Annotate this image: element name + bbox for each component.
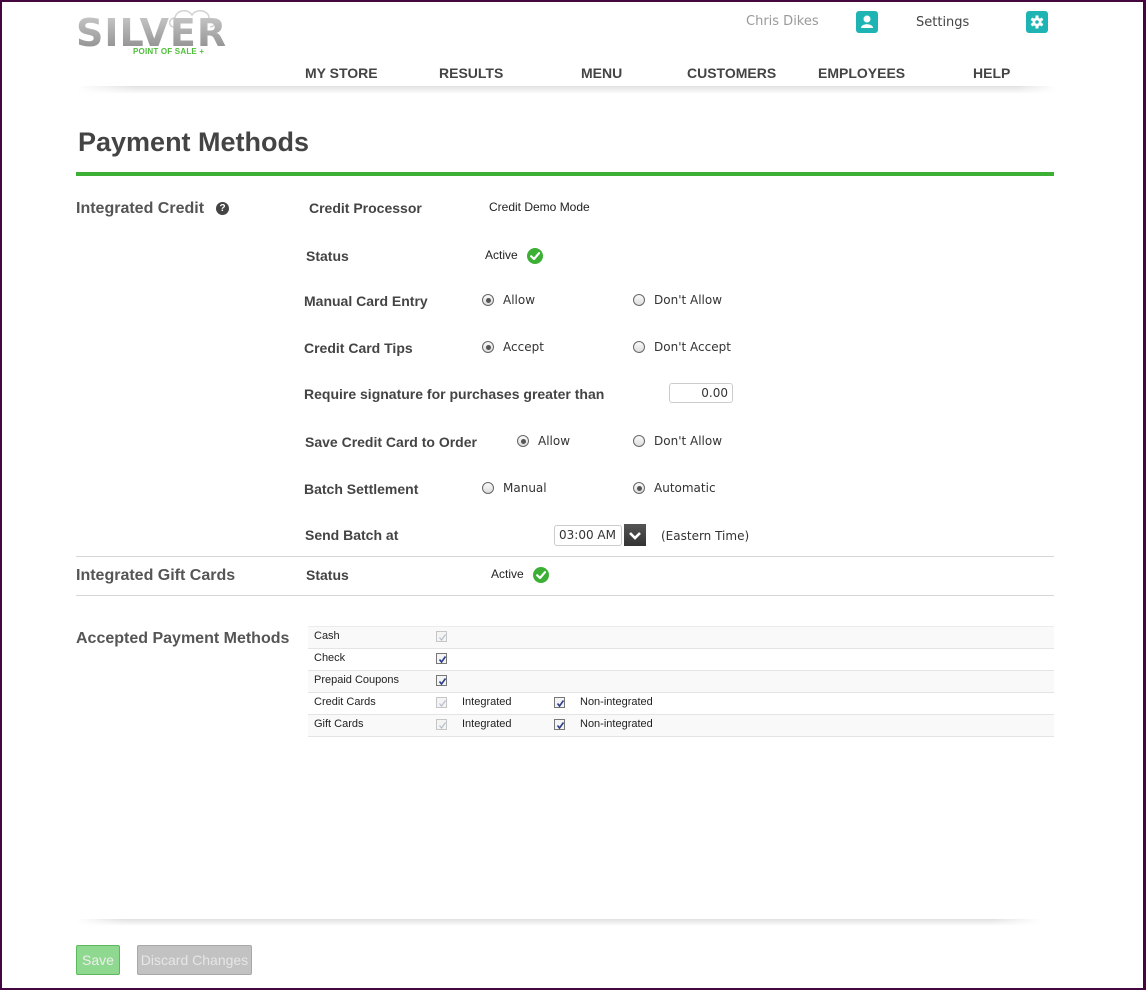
manual-card-entry-label: Manual Card Entry xyxy=(304,293,428,309)
batch-automatic-radio[interactable] xyxy=(633,482,645,494)
section-divider xyxy=(76,595,1054,596)
nav-customers[interactable]: CUSTOMERS xyxy=(687,65,776,81)
non-integrated-label: Non-integrated xyxy=(580,696,653,708)
batch-automatic-label[interactable]: Automatic xyxy=(654,481,716,495)
table-row: Cash xyxy=(308,626,1054,649)
integrated-gift-cards-title: Integrated Gift Cards xyxy=(76,567,236,584)
nav-employees[interactable]: EMPLOYEES xyxy=(818,65,905,81)
check-checkbox[interactable] xyxy=(436,653,447,664)
timezone-label: (Eastern Time) xyxy=(661,529,750,543)
integrated-label: Integrated xyxy=(462,718,512,730)
table-row: Gift Cards Integrated Non-integrated xyxy=(308,715,1054,737)
user-icon[interactable] xyxy=(856,11,878,33)
tips-dont-accept-label[interactable]: Don't Accept xyxy=(654,340,731,354)
user-name[interactable]: Chris Dikes xyxy=(746,14,819,29)
batch-manual-radio[interactable] xyxy=(482,482,494,494)
prepaid-coupons-checkbox[interactable] xyxy=(436,675,447,686)
manual-card-entry-dont-allow-radio[interactable] xyxy=(633,294,645,306)
send-batch-at-label: Send Batch at xyxy=(305,527,399,543)
silver-logo[interactable]: SILVER POINT OF SALE + xyxy=(76,6,226,58)
tips-accept-radio[interactable] xyxy=(482,341,494,353)
payment-method-name: Check xyxy=(314,652,346,664)
tips-dont-accept-radio[interactable] xyxy=(633,341,645,353)
nav-menu[interactable]: MENU xyxy=(581,65,622,81)
save-card-dont-allow-label[interactable]: Don't Allow xyxy=(654,434,722,448)
gear-icon[interactable] xyxy=(1026,11,1048,33)
check-circle-icon xyxy=(527,248,543,264)
nav-results[interactable]: RESULTS xyxy=(439,65,503,81)
footer-divider xyxy=(76,919,1040,926)
credit-processor-value: Credit Demo Mode xyxy=(489,200,590,214)
payment-method-name: Gift Cards xyxy=(314,718,364,730)
accepted-payment-methods-title: Accepted Payment Methods xyxy=(76,630,290,647)
gift-cards-non-integrated-checkbox[interactable] xyxy=(554,719,565,730)
save-button[interactable]: Save xyxy=(76,945,120,975)
cash-checkbox[interactable] xyxy=(436,631,447,642)
table-row: Prepaid Coupons xyxy=(308,671,1054,693)
check-circle-icon xyxy=(533,567,549,583)
status-label: Status xyxy=(306,248,349,264)
credit-cards-non-integrated-checkbox[interactable] xyxy=(554,697,565,708)
non-integrated-label: Non-integrated xyxy=(580,718,653,730)
gift-status-value: Active xyxy=(491,567,524,581)
gift-status-label: Status xyxy=(306,567,349,583)
discard-changes-button[interactable]: Discard Changes xyxy=(137,945,252,975)
manual-card-entry-dont-allow-label[interactable]: Don't Allow xyxy=(654,293,722,307)
batch-manual-label[interactable]: Manual xyxy=(503,481,547,495)
payment-method-name: Prepaid Coupons xyxy=(314,674,400,686)
page-title: Payment Methods xyxy=(78,127,310,157)
integrated-credit-title: Integrated Credit xyxy=(76,200,205,217)
save-card-allow-radio[interactable] xyxy=(517,435,529,447)
logo-tagline: POINT OF SALE + xyxy=(133,47,205,56)
credit-cards-integrated-checkbox[interactable] xyxy=(436,697,447,708)
nav-my-store[interactable]: MY STORE xyxy=(305,65,378,81)
table-row: Check xyxy=(308,649,1054,671)
status-value: Active xyxy=(485,248,518,262)
manual-card-entry-allow-radio[interactable] xyxy=(482,294,494,306)
question-circle-icon[interactable]: ? xyxy=(216,202,229,215)
nav-help[interactable]: HELP xyxy=(973,65,1010,81)
save-card-allow-label[interactable]: Allow xyxy=(538,434,570,448)
gift-cards-integrated-checkbox[interactable] xyxy=(436,719,447,730)
signature-threshold-input[interactable] xyxy=(669,383,733,403)
payment-method-name: Credit Cards xyxy=(314,696,376,708)
header-divider xyxy=(76,86,1056,94)
settings-link[interactable]: Settings xyxy=(916,15,969,30)
payment-methods-table: Cash Check Prepaid Coupons Credit Cards … xyxy=(308,626,1054,737)
credit-processor-label: Credit Processor xyxy=(309,200,422,216)
save-card-to-order-label: Save Credit Card to Order xyxy=(305,434,477,450)
section-divider xyxy=(76,556,1054,557)
batch-time-input[interactable]: 03:00 AM xyxy=(554,525,622,546)
credit-card-tips-label: Credit Card Tips xyxy=(304,340,413,356)
tips-accept-label[interactable]: Accept xyxy=(503,340,544,354)
table-row: Credit Cards Integrated Non-integrated xyxy=(308,693,1054,715)
chevron-down-icon xyxy=(629,532,641,540)
time-dropdown-button[interactable] xyxy=(624,524,646,546)
payment-method-name: Cash xyxy=(314,630,340,642)
batch-settlement-label: Batch Settlement xyxy=(304,481,419,497)
title-underline xyxy=(76,172,1054,176)
require-signature-label: Require signature for purchases greater … xyxy=(304,386,605,402)
manual-card-entry-allow-label[interactable]: Allow xyxy=(503,293,535,307)
save-card-dont-allow-radio[interactable] xyxy=(633,435,645,447)
integrated-label: Integrated xyxy=(462,696,512,708)
